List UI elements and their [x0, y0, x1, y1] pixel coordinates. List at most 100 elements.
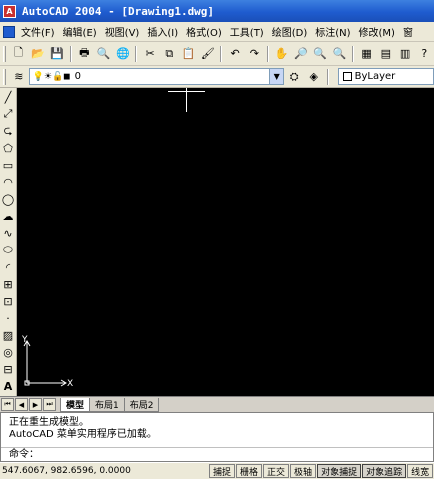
title-bar: A AutoCAD 2004 - [Drawing1.dwg]: [0, 0, 434, 22]
autocad-app-icon[interactable]: A: [3, 4, 16, 18]
pan-icon[interactable]: ✋: [273, 45, 290, 63]
command-history-line: AutoCAD 菜单实用程序已加载。: [9, 429, 157, 440]
ellipse-icon[interactable]: ⬭: [0, 242, 16, 258]
construction-line-icon[interactable]: ⤢: [0, 106, 16, 122]
toolbar-separator: [135, 45, 138, 62]
layer-state-icons: 💡☀🔓◼: [32, 71, 71, 82]
standard-toolbar: 🗋 📂 💾 🖶 🔍 🌐 ✂ ⧉ 📋 🖌 ↶ ↷ ✋ 🔎 🔍 🔍 ▦ ▤ ▥ ?: [0, 42, 434, 66]
last-tab-icon[interactable]: ⏭: [43, 398, 56, 411]
current-layer-value: 0: [74, 71, 81, 82]
undo-icon[interactable]: ↶: [226, 45, 243, 63]
publish-icon[interactable]: 🌐: [114, 45, 131, 63]
circle-icon[interactable]: ◯: [0, 191, 16, 207]
window-title: AutoCAD 2004 - [Drawing1.dwg]: [22, 4, 215, 18]
object-snap-toggle[interactable]: 对象捕捉: [317, 464, 362, 478]
ortho-toggle[interactable]: 正交: [263, 464, 290, 478]
command-prompt-label: 命令：: [9, 449, 39, 460]
document-icon[interactable]: [3, 25, 15, 38]
design-center-icon[interactable]: ▤: [377, 45, 394, 63]
ucs-icon: [23, 340, 67, 387]
toolbar-separator: [266, 45, 269, 62]
zoom-previous-icon[interactable]: 🔍: [331, 45, 348, 63]
hatch-icon[interactable]: ▨: [0, 327, 16, 343]
match-properties-icon[interactable]: 🖌: [199, 45, 216, 63]
menu-bar: 文件(F) 编辑(E) 视图(V) 插入(I) 格式(O) 工具(T) 绘图(D…: [0, 22, 434, 42]
layer-dropdown[interactable]: 💡☀🔓◼ 0 ▼: [28, 68, 285, 85]
tool-palettes-icon[interactable]: ▥: [396, 45, 413, 63]
toolbar-separator: [351, 45, 354, 62]
command-window: 正在重生成模型。 AutoCAD 菜单实用程序已加载。 命令：: [0, 412, 434, 462]
region-icon[interactable]: ◎: [0, 344, 16, 360]
polygon-icon[interactable]: ⬠: [0, 140, 16, 156]
zoom-realtime-icon[interactable]: 🔎: [292, 45, 309, 63]
toolbar-grip[interactable]: [3, 45, 6, 62]
cut-icon[interactable]: ✂: [141, 45, 158, 63]
drawing-area[interactable]: Y X: [17, 88, 434, 396]
menu-format[interactable]: 格式(O): [182, 24, 226, 39]
toolbar-separator: [220, 45, 223, 62]
print-preview-icon[interactable]: 🔍: [95, 45, 112, 63]
ucs-y-label: Y: [22, 335, 28, 345]
menu-view[interactable]: 视图(V): [101, 24, 144, 39]
object-tracking-toggle[interactable]: 对象追踪: [362, 464, 407, 478]
grid-toggle[interactable]: 栅格: [236, 464, 263, 478]
chevron-down-icon[interactable]: ▼: [269, 69, 284, 84]
draw-toolbar: ╱ ⤢ ⮎ ⬠ ▭ ◠ ◯ ☁ ∿ ⬭ ◜ ⊞ ⊡ · ▨ ◎ ⊟ A: [0, 88, 17, 396]
cursor-crosshair-horizontal: [168, 91, 205, 92]
next-tab-icon[interactable]: ▶: [29, 398, 42, 411]
color-swatch: [342, 72, 352, 81]
layer-previous-icon[interactable]: ◈: [305, 68, 323, 86]
menu-edit[interactable]: 编辑(E): [59, 24, 101, 39]
status-bar: 547.6067, 982.6596, 0.0000 捕捉 栅格 正交 极轴 对…: [0, 462, 434, 479]
paste-icon[interactable]: 📋: [180, 45, 197, 63]
polar-toggle[interactable]: 极轴: [290, 464, 317, 478]
color-dropdown[interactable]: ByLayer: [337, 68, 434, 85]
arc-icon[interactable]: ◠: [0, 174, 16, 190]
copy-icon[interactable]: ⧉: [161, 45, 178, 63]
menu-dimension[interactable]: 标注(N): [311, 24, 354, 39]
tab-layout1[interactable]: 布局1: [89, 397, 125, 412]
multiline-text-icon[interactable]: A: [0, 378, 16, 394]
new-file-icon[interactable]: 🗋: [10, 45, 27, 63]
spline-icon[interactable]: ∿: [0, 225, 16, 241]
menu-insert[interactable]: 插入(I): [143, 24, 182, 39]
menu-file[interactable]: 文件(F): [17, 24, 59, 39]
redo-icon[interactable]: ↷: [246, 45, 263, 63]
revision-cloud-icon[interactable]: ☁: [0, 208, 16, 224]
command-prompt[interactable]: 命令：: [1, 447, 433, 461]
ucs-x-label: X: [67, 379, 74, 389]
tab-model[interactable]: 模型: [60, 397, 91, 412]
toolbar-separator: [69, 45, 72, 62]
rectangle-icon[interactable]: ▭: [0, 157, 16, 173]
properties-icon[interactable]: ▦: [358, 45, 375, 63]
zoom-window-icon[interactable]: 🔍: [311, 45, 328, 63]
print-icon[interactable]: 🖶: [76, 45, 93, 63]
point-icon[interactable]: ·: [0, 310, 16, 326]
line-icon[interactable]: ╱: [0, 89, 16, 105]
polyline-icon[interactable]: ⮎: [0, 123, 16, 139]
toolbar-grip[interactable]: [3, 68, 6, 85]
menu-modify[interactable]: 修改(M): [355, 24, 399, 39]
first-tab-icon[interactable]: ⏮: [1, 398, 14, 411]
command-history-line: 正在重生成模型。: [9, 417, 89, 428]
menu-draw[interactable]: 绘图(D): [268, 24, 312, 39]
tab-layout2[interactable]: 布局2: [123, 397, 160, 412]
help-icon[interactable]: ?: [416, 45, 433, 63]
insert-block-icon[interactable]: ⊞: [0, 276, 16, 292]
ellipse-arc-icon[interactable]: ◜: [0, 259, 16, 275]
save-icon[interactable]: 💾: [48, 45, 65, 63]
table-icon[interactable]: ⊟: [0, 361, 16, 377]
open-file-icon[interactable]: 📂: [29, 45, 46, 63]
lineweight-toggle[interactable]: 线宽: [407, 464, 434, 478]
menu-tools[interactable]: 工具(T): [226, 24, 268, 39]
make-block-icon[interactable]: ⊡: [0, 293, 16, 309]
make-object-layer-current-icon[interactable]: ⛭: [285, 68, 303, 86]
layers-toolbar: ≋ 💡☀🔓◼ 0 ▼ ⛭ ◈ ByLayer: [0, 66, 434, 88]
cursor-coordinates[interactable]: 547.6067, 982.6596, 0.0000: [0, 466, 208, 476]
layout-tabs: ⏮ ◀ ▶ ⏭ 模型 布局1 布局2: [0, 396, 434, 412]
snap-toggle[interactable]: 捕捉: [209, 464, 236, 478]
layer-manager-icon[interactable]: ≋: [10, 68, 28, 86]
prev-tab-icon[interactable]: ◀: [15, 398, 28, 411]
menu-window[interactable]: 窗: [399, 24, 417, 39]
color-value: ByLayer: [354, 71, 396, 82]
